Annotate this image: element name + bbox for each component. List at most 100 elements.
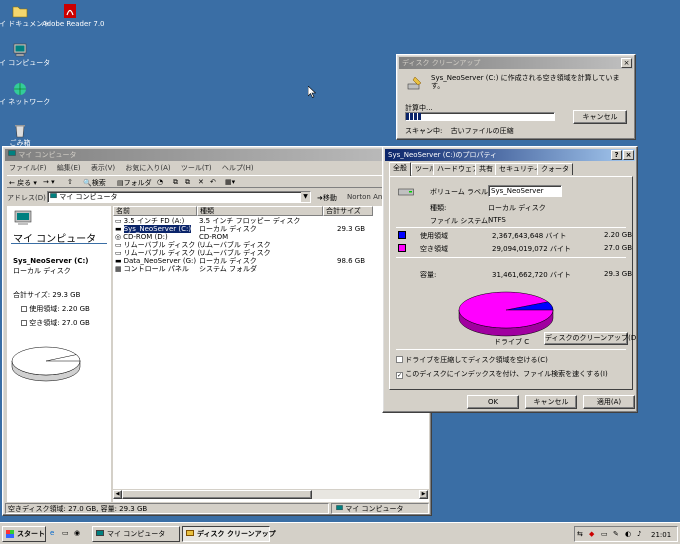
tray-ime-icon[interactable]: ◐: [625, 530, 631, 538]
row-name: Data_NeoServer (G:): [123, 257, 197, 265]
disk-cleanup-dialog: ディスク クリーンアップ × Sys_NeoServer (C:) に作成される…: [396, 54, 636, 140]
type-value: ローカル ディスク: [488, 204, 546, 212]
status-bar: 空きディスク領域: 27.0 GB, 容量: 29.3 GB マイ コンピュータ: [5, 503, 429, 514]
volume-label-input[interactable]: Sys_NeoServer: [488, 185, 562, 197]
desktop-icon-my-documents[interactable]: マイ ドキュメント: [0, 3, 50, 28]
row-name: リムーバブル ディスク (...: [123, 241, 207, 249]
scroll-thumb[interactable]: [122, 490, 312, 499]
tab-strip: 全般 ツール ハードウェア 共有 セキュリティ クォータ: [389, 162, 633, 176]
row-name: コントロール パネル: [123, 265, 189, 273]
desktop-icon-my-network[interactable]: マイ ネットワーク: [0, 81, 50, 106]
scroll-right-icon[interactable]: ▶: [419, 490, 428, 499]
address-label: アドレス(D): [7, 194, 46, 202]
menu-file[interactable]: ファイル(F): [9, 164, 47, 172]
history-icon[interactable]: ◔: [157, 178, 163, 186]
column-header-name[interactable]: 名前: [113, 206, 197, 216]
desktop-icon-my-computer[interactable]: マイ コンピュータ: [0, 42, 50, 67]
folders-button[interactable]: ▤フォルダ: [117, 178, 152, 188]
free-gb: 27.0 GB: [604, 244, 633, 252]
capacity-row: 容量: 31,461,662,720 バイト 29.3 GB: [398, 270, 632, 279]
taskbar: スタート e ▭ ◉ マイ コンピュータ ディスク クリーンアップ ⇆ ◆ ▭ …: [0, 522, 680, 544]
apply-button[interactable]: 適用(A): [583, 395, 635, 409]
index-checkbox[interactable]: ✓: [396, 372, 403, 379]
tray-drive-icon[interactable]: ▭: [601, 530, 608, 538]
index-checkbox-row[interactable]: ✓ このディスクにインデックスを付け、ファイル検索を速くする(I): [396, 369, 608, 379]
quick-launch-media-icon[interactable]: ◉: [74, 529, 80, 537]
menu-view[interactable]: 表示(V): [91, 164, 115, 172]
properties-titlebar[interactable]: Sys_NeoServer (C:)のプロパティ ? ×: [385, 149, 635, 161]
cleanup-cancel-button[interactable]: キャンセル: [573, 110, 627, 124]
explorer-titlebar[interactable]: マイ コンピュータ: [5, 149, 429, 161]
computer-icon: [336, 505, 343, 511]
left-info-panel: マイ コンピュータ Sys_NeoServer (C:) ローカル ディスク 合…: [7, 206, 111, 502]
go-button[interactable]: ➜移動: [317, 193, 337, 203]
taskbar-button-my-computer[interactable]: マイ コンピュータ: [92, 526, 180, 542]
quick-launch-desktop-icon[interactable]: ▭: [62, 529, 69, 537]
clock[interactable]: 21:01: [651, 531, 671, 539]
menu-favorites[interactable]: お気に入り(A): [125, 164, 170, 172]
divider: [396, 349, 626, 350]
menu-help[interactable]: ヘルプ(H): [222, 164, 254, 172]
tab-sharing[interactable]: 共有: [475, 163, 497, 175]
left-usage-pie-chart: [11, 346, 81, 382]
scroll-left-icon[interactable]: ◀: [113, 490, 122, 499]
ok-button[interactable]: OK: [467, 395, 519, 409]
cleanup-titlebar[interactable]: ディスク クリーンアップ ×: [399, 57, 633, 69]
heading-rule: [11, 243, 107, 244]
tab-quota[interactable]: クォータ: [537, 163, 573, 175]
computer-icon: [14, 210, 32, 225]
divider: [396, 227, 626, 228]
disk-cleanup-icon: [407, 76, 422, 90]
capacity-bytes: 31,461,662,720 バイト: [492, 271, 571, 279]
computer-icon: [8, 150, 16, 156]
tray-volume-icon[interactable]: ♪: [637, 530, 641, 538]
norton-toolbar[interactable]: Norton An: [347, 193, 382, 201]
left-total-size: 合計サイズ: 29.3 GB: [13, 291, 81, 299]
mouse-cursor-icon: [308, 86, 316, 98]
toolbar: ← 戻る ▾ → ▾ ⇧ 🔍検索 ▤フォルダ ◔ ⧉ ⧉ ✕ ↶ ▦▾: [7, 175, 427, 188]
cd-rom-icon: ◎: [115, 233, 122, 241]
computer-icon: [96, 530, 104, 536]
taskbar-button-disk-cleanup[interactable]: ディスク クリーンアップ: [182, 526, 276, 542]
move-to-icon[interactable]: ⧉: [173, 178, 178, 187]
copy-to-icon[interactable]: ⧉: [185, 178, 190, 187]
adobe-reader-icon: [64, 4, 76, 18]
chevron-down-icon[interactable]: ▼: [301, 192, 310, 202]
start-button[interactable]: スタート: [2, 526, 46, 542]
capacity-label: 容量:: [420, 271, 437, 279]
tray-pen-icon[interactable]: ✎: [613, 530, 619, 538]
menu-tools[interactable]: ツール(T): [181, 164, 212, 172]
drive-properties-dialog: Sys_NeoServer (C:)のプロパティ ? × 全般 ツール ハードウ…: [382, 146, 638, 413]
views-icon[interactable]: ▦▾: [225, 178, 235, 186]
close-icon[interactable]: ×: [621, 58, 632, 68]
column-header-type[interactable]: 種類: [197, 206, 323, 216]
menu-edit[interactable]: 編集(E): [57, 164, 81, 172]
column-header-size[interactable]: 合計サイズ: [323, 206, 373, 216]
quick-launch-ie-icon[interactable]: e: [50, 529, 54, 537]
disk-cleanup-button[interactable]: ディスクのクリーンアップ(D): [544, 332, 637, 345]
cleanup-message: Sys_NeoServer (C:) に作成される空き領域を計算しています。: [431, 74, 620, 90]
back-button[interactable]: ← 戻る ▾: [9, 178, 37, 188]
left-used-space: 使用領域: 2.20 GB: [21, 304, 90, 314]
tray-network-icon[interactable]: ⇆: [577, 530, 583, 538]
cancel-button[interactable]: キャンセル: [525, 395, 577, 409]
status-left: 空きディスク領域: 27.0 GB, 容量: 29.3 GB: [5, 503, 329, 514]
desktop-icon-adobe-reader[interactable]: Adobe Reader 7.0: [42, 3, 105, 28]
type-caption: 種類:: [430, 204, 447, 212]
forward-button[interactable]: → ▾: [43, 178, 55, 186]
undo-icon[interactable]: ↶: [210, 178, 216, 186]
help-button[interactable]: ?: [611, 150, 622, 160]
tab-panel: ボリューム ラベル(L): Sys_NeoServer 種類: ローカル ディス…: [389, 176, 637, 390]
compress-checkbox-row[interactable]: ドライブを圧縮してディスク領域を空ける(C): [396, 355, 548, 365]
used-gb: 2.20 GB: [604, 231, 633, 239]
horizontal-scrollbar[interactable]: ◀ ▶: [113, 489, 429, 499]
tab-general[interactable]: 全般: [389, 162, 411, 176]
compress-checkbox[interactable]: [396, 356, 403, 363]
desktop-icon-recycle-bin[interactable]: ごみ箱: [0, 122, 48, 147]
tray-antivirus-icon[interactable]: ◆: [589, 530, 594, 538]
search-button[interactable]: 🔍検索: [83, 178, 106, 188]
address-input[interactable]: マイ コンピュータ ▼: [47, 191, 311, 203]
delete-icon[interactable]: ✕: [198, 178, 204, 186]
close-icon[interactable]: ×: [623, 150, 634, 160]
up-folder-icon[interactable]: ⇧: [67, 178, 73, 186]
